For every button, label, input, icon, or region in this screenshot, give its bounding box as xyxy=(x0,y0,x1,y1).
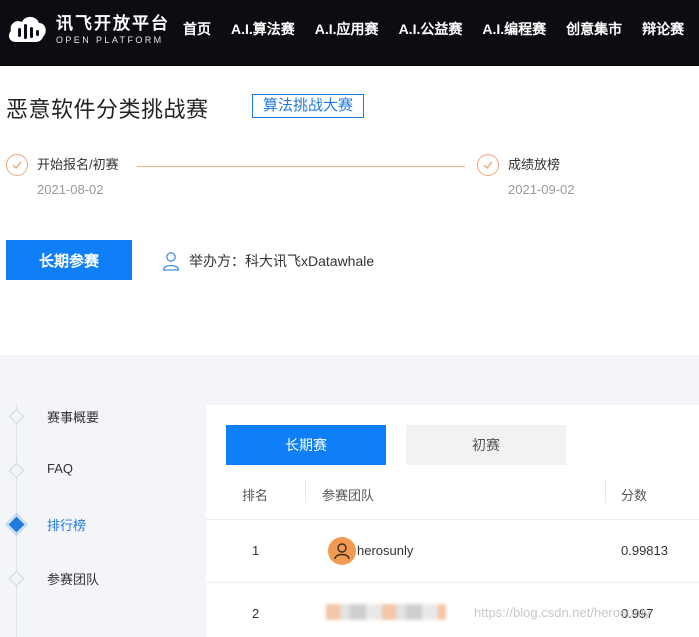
sidebar-item-label: FAQ xyxy=(47,461,74,476)
organizer-label: 举办方：科大讯飞xDatawhale xyxy=(189,253,375,269)
cloud-logo-icon xyxy=(6,10,48,50)
top-navigation-bar: 讯飞开放平台 OPEN PLATFORM 首页 A.I.算法赛 A.I.应用赛 … xyxy=(0,0,699,66)
user-icon xyxy=(162,252,180,271)
rank-cell: 1 xyxy=(252,543,260,558)
nav-item-application[interactable]: A.I.应用赛 xyxy=(315,19,379,39)
blurred-team-info xyxy=(326,604,446,620)
column-divider xyxy=(305,479,306,503)
column-header-score: 分数 xyxy=(621,488,648,503)
timeline-connector xyxy=(137,166,465,167)
row-divider xyxy=(206,519,699,520)
step-date: 2021-09-02 xyxy=(508,182,575,197)
brand-name: 讯飞开放平台 xyxy=(56,14,170,33)
step-label: 开始报名/初赛 xyxy=(37,157,119,172)
brand-subtitle: OPEN PLATFORM xyxy=(56,35,164,45)
check-circle-icon xyxy=(6,154,28,176)
tab-long-term[interactable]: 长期赛 xyxy=(226,425,386,465)
column-header-rank: 排名 xyxy=(242,488,269,503)
rank-cell: 2 xyxy=(252,606,260,621)
check-circle-icon xyxy=(477,154,499,176)
sidebar-item-label: 赛事概要 xyxy=(47,410,100,425)
main-nav: 首页 A.I.算法赛 A.I.应用赛 A.I.公益赛 A.I.编程赛 创意集市 … xyxy=(172,0,693,58)
sidebar-item-label: 排行榜 xyxy=(47,518,87,533)
score-cell: 0.99813 xyxy=(621,543,668,558)
row-divider xyxy=(206,582,699,583)
organizer-info: 举办方：科大讯飞xDatawhale xyxy=(162,251,374,271)
step-date: 2021-08-02 xyxy=(37,182,104,197)
timeline-step-results: 成绩放榜 2021-09-02 xyxy=(477,154,575,197)
step-label: 成绩放榜 xyxy=(508,157,561,172)
watermark-text: https://blog.csdn.net/herosunly xyxy=(474,605,651,620)
team-name[interactable]: herosunly xyxy=(357,543,413,558)
category-tag[interactable]: 算法挑战大赛 xyxy=(252,94,365,118)
sidebar-item-label: 参赛团队 xyxy=(47,572,100,587)
nav-item-programming[interactable]: A.I.编程赛 xyxy=(482,19,546,39)
nav-item-charity[interactable]: A.I.公益赛 xyxy=(399,19,463,39)
nav-item-algorithm[interactable]: A.I.算法赛 xyxy=(231,19,295,39)
page-title: 恶意软件分类挑战赛 xyxy=(6,97,209,122)
column-divider xyxy=(605,479,606,503)
timeline-step-start: 开始报名/初赛 2021-08-02 xyxy=(6,154,119,197)
avatar xyxy=(328,537,356,565)
column-header-team: 参赛团队 xyxy=(322,488,375,503)
iflytek-logo[interactable]: 讯飞开放平台 OPEN PLATFORM xyxy=(6,10,170,50)
nav-item-debate[interactable]: 辩论赛 xyxy=(642,19,684,39)
nav-item-home[interactable]: 首页 xyxy=(183,19,211,39)
leaderboard-panel: 长期赛 初赛 排名 参赛团队 分数 1 herosunly 0.99813 2 … xyxy=(206,405,699,637)
join-competition-button[interactable]: 长期参赛 xyxy=(6,240,132,280)
tab-preliminary[interactable]: 初赛 xyxy=(406,425,566,465)
nav-item-market[interactable]: 创意集市 xyxy=(566,19,622,39)
